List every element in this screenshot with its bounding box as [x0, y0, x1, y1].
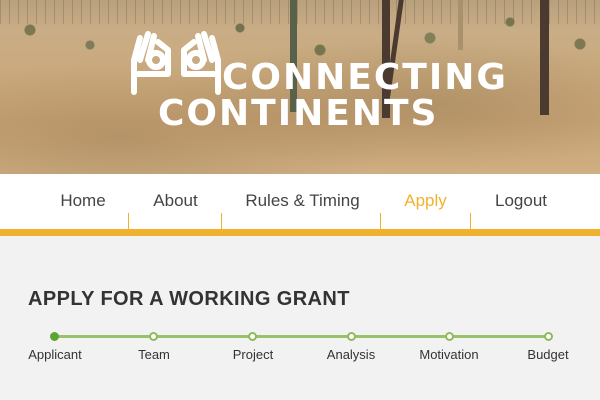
background-tree-trunk — [540, 0, 549, 115]
nav-accent-bar — [0, 229, 600, 236]
step-dot-budget[interactable] — [544, 332, 553, 341]
step-dot-project[interactable] — [248, 332, 257, 341]
page-title: APPLY FOR A WORKING GRANT — [28, 288, 350, 310]
application-progress-stepper: Applicant Team Project Analysis Motivati… — [0, 328, 600, 368]
nav-logout[interactable]: Logout — [488, 174, 554, 230]
step-label-project[interactable]: Project — [233, 347, 273, 362]
brand-title-line1: CONNECTING — [222, 57, 508, 98]
site-logo[interactable]: CONNECTING CONTINENTS — [128, 30, 506, 134]
step-label-applicant[interactable]: Applicant — [28, 347, 81, 362]
nav-about[interactable]: About — [148, 174, 203, 230]
step-dot-team[interactable] — [149, 332, 158, 341]
nav-home[interactable]: Home — [58, 174, 108, 230]
main-navigation: Home About Rules & Timing Apply Logout — [0, 174, 600, 230]
nav-divider — [128, 213, 129, 230]
hero-banner: CONNECTING CONTINENTS — [0, 0, 600, 174]
nav-apply[interactable]: Apply — [398, 174, 453, 230]
step-dot-motivation[interactable] — [445, 332, 454, 341]
stepper-track — [55, 335, 549, 338]
step-label-team[interactable]: Team — [138, 347, 170, 362]
nav-divider — [380, 213, 381, 230]
step-dot-applicant[interactable] — [50, 332, 59, 341]
nav-divider — [470, 213, 471, 230]
step-label-motivation[interactable]: Motivation — [419, 347, 478, 362]
step-label-analysis[interactable]: Analysis — [327, 347, 375, 362]
nav-divider — [221, 213, 222, 230]
step-label-budget[interactable]: Budget — [527, 347, 568, 362]
step-dot-analysis[interactable] — [347, 332, 356, 341]
brand-title-line2: CONTINENTS — [158, 93, 439, 134]
ok-hands-icon — [131, 31, 221, 95]
nav-rules-timing[interactable]: Rules & Timing — [240, 174, 365, 230]
